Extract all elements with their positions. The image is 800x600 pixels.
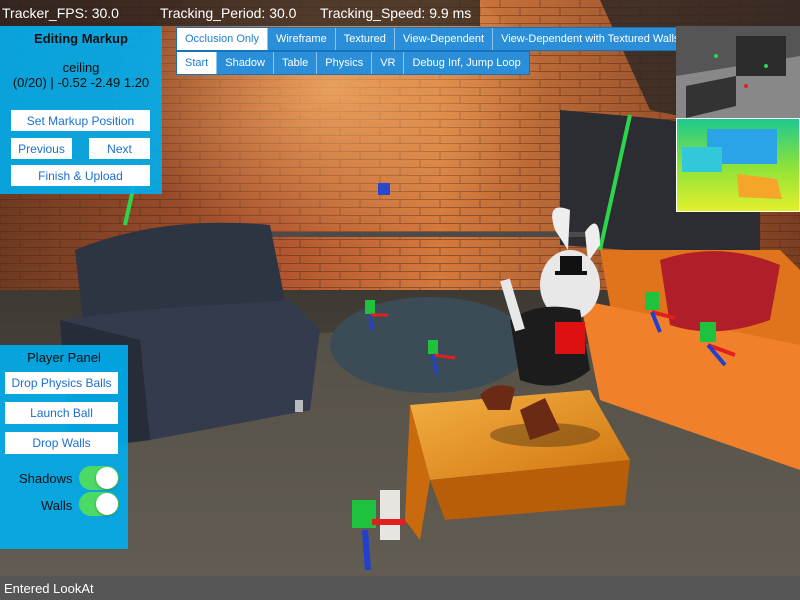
scene-mode-debug-inf-jump-loop[interactable]: Debug Inf, Jump Loop — [404, 52, 528, 74]
toggle-knob — [96, 493, 118, 515]
camera-preview — [676, 26, 800, 118]
drop-physics-balls-button[interactable]: Drop Physics Balls — [5, 372, 118, 394]
markup-panel-title: Editing Markup — [34, 31, 128, 46]
drop-walls-button[interactable]: Drop Walls — [5, 432, 118, 454]
walls-label: Walls — [41, 498, 73, 513]
scene-mode-vr[interactable]: VR — [372, 52, 405, 74]
depth-map-preview — [676, 118, 800, 212]
tracker-fps: Tracker_FPS: 30.0 — [2, 5, 119, 21]
scene-mode-control[interactable]: Start Shadow Table Physics VR Debug Inf, Jump… — [176, 51, 530, 75]
set-markup-position-button[interactable]: Set Markup Position — [11, 110, 150, 131]
player-panel: Player Panel Drop Physics Balls Launch B… — [0, 345, 128, 549]
render-mode-view-dependent-with-textured-walls[interactable]: View-Dependent with Textured Walls — [493, 28, 687, 50]
editing-markup-panel: Editing Markup ceiling (0/20) | -0.52 -2… — [0, 26, 162, 194]
markup-cube[interactable] — [378, 183, 390, 195]
walls-toggle[interactable] — [79, 492, 119, 516]
toggle-knob — [96, 467, 118, 489]
render-mode-textured[interactable]: Textured — [336, 28, 395, 50]
render-mode-wireframe[interactable]: Wireframe — [268, 28, 336, 50]
render-mode-view-dependent[interactable]: View-Dependent — [395, 28, 494, 50]
scene-mode-physics[interactable]: Physics — [317, 52, 373, 74]
markup-coordinates: (0/20) | -0.52 -2.49 1.20 — [12, 75, 150, 90]
render-mode-occlusion-only[interactable]: Occlusion Only — [177, 28, 268, 50]
finish-upload-button[interactable]: Finish & Upload — [11, 165, 150, 186]
tracking-speed: Tracking_Speed: 9.9 ms — [320, 5, 472, 21]
status-message: Entered LookAt — [4, 581, 94, 596]
tracking-stats-bar: Tracker_FPS: 30.0 Tracking_Period: 30.0 … — [0, 0, 480, 26]
render-mode-control[interactable]: Occlusion Only Wireframe Textured View-Depe… — [176, 27, 689, 51]
next-button[interactable]: Next — [89, 138, 150, 159]
scene-mode-start[interactable]: Start — [177, 52, 218, 74]
status-bar: Entered LookAt — [0, 576, 800, 600]
shadows-toggle[interactable] — [79, 466, 119, 490]
player-panel-title: Player Panel — [27, 350, 101, 365]
scene-mode-shadow[interactable]: Shadow — [217, 52, 274, 74]
previous-button[interactable]: Previous — [11, 138, 72, 159]
shadows-label: Shadows — [19, 471, 73, 486]
markup-name: ceiling — [62, 60, 100, 75]
launch-ball-button[interactable]: Launch Ball — [5, 402, 118, 424]
scene-mode-table[interactable]: Table — [274, 52, 318, 74]
tracking-period: Tracking_Period: 30.0 — [160, 5, 297, 21]
